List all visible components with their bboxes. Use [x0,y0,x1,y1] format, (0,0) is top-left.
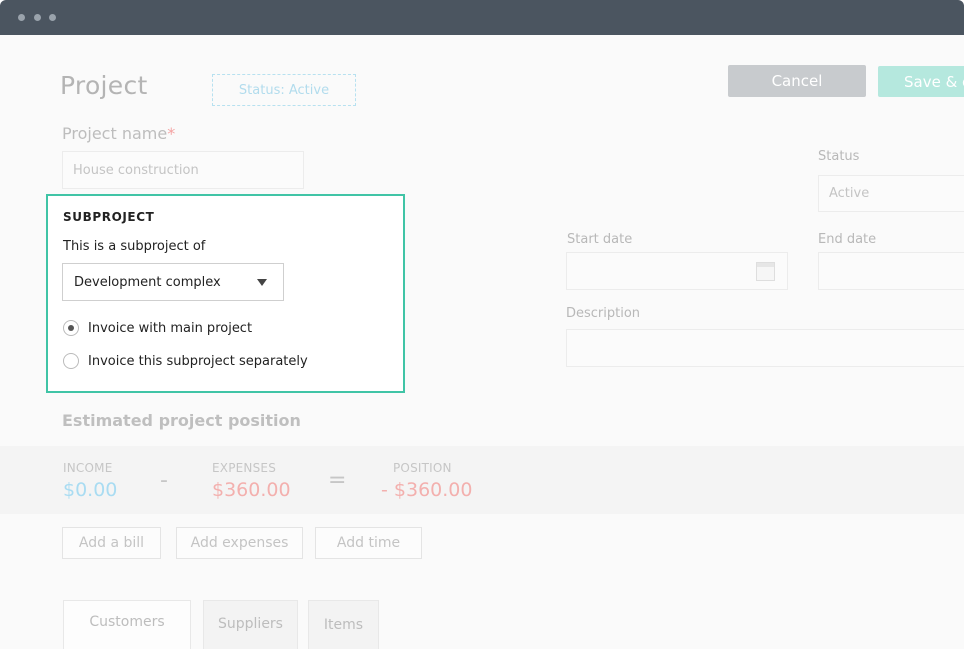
start-date-field[interactable] [566,252,788,290]
add-bill-button[interactable]: Add a bill [62,527,161,559]
subproject-subtitle: This is a subproject of [63,239,206,254]
description-field[interactable] [566,329,964,367]
start-date-label: Start date [567,232,633,247]
page-title: Project [60,71,148,100]
close-dot[interactable] [18,14,25,21]
invoice-separately-radio[interactable] [63,353,79,369]
tab-items[interactable]: Items [308,600,379,649]
status-select[interactable]: Active [818,175,964,212]
tab-suppliers-label: Suppliers [218,616,283,632]
cancel-button[interactable]: Cancel [728,65,866,97]
project-name-label: Project name* [62,124,175,143]
chevron-down-icon[interactable] [257,279,267,286]
subproject-popover: SUBPROJECT This is a subproject of Devel… [46,194,405,393]
position-summary-band: INCOME $0.00 - EXPENSES $360.00 = POSITI… [0,446,964,514]
tab-customers-label: Customers [89,614,165,630]
calendar-icon[interactable] [756,262,775,281]
position-label: POSITION [393,461,452,475]
invoice-with-main-label[interactable]: Invoice with main project [88,321,252,336]
minimize-dot[interactable] [34,14,41,21]
status-label: Status [818,149,860,164]
status-value: Active [829,186,870,201]
equals-sign: = [328,468,347,493]
invoice-separately-label[interactable]: Invoice this subproject separately [88,354,308,369]
end-date-field[interactable] [818,252,964,290]
end-date-label: End date [818,232,877,247]
project-name-label-text: Project name [62,124,168,143]
expenses-label: EXPENSES [212,461,277,475]
window-titlebar [0,0,964,35]
tab-customers[interactable]: Customers [63,600,191,649]
income-label: INCOME [63,461,113,475]
project-name-value: House construction [73,162,199,178]
expenses-value: $360.00 [212,479,291,501]
add-time-button[interactable]: Add time [315,527,422,559]
maximize-dot[interactable] [49,14,56,21]
parent-project-value: Development complex [74,274,221,290]
position-section-title: Estimated project position [62,411,301,430]
save-and-close-button[interactable]: Save & close [878,66,964,97]
description-label: Description [566,306,641,321]
position-value: - $360.00 [381,479,473,501]
add-expenses-button[interactable]: Add expenses [176,527,303,559]
status-badge: Status: Active [212,74,356,106]
income-value: $0.00 [63,479,118,501]
project-window: Project Status: Active Cancel Save & clo… [0,35,964,649]
required-mark: * [167,124,176,143]
invoice-with-main-radio[interactable] [63,320,79,336]
subproject-title: SUBPROJECT [63,210,155,224]
tab-items-label: Items [323,617,364,633]
minus-sign: - [160,468,168,493]
tab-suppliers[interactable]: Suppliers [203,600,298,649]
parent-project-select[interactable]: Development complex [62,263,284,301]
project-name-field[interactable]: House construction [62,151,304,189]
